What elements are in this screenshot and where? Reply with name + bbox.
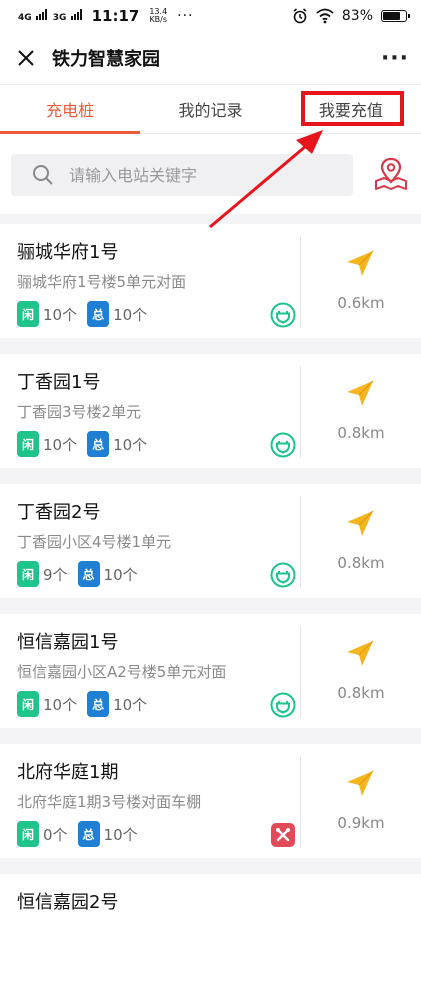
total-badge: 总 xyxy=(77,561,100,587)
idle-badge: 闲 xyxy=(17,561,39,587)
station-name: 丁香园2号 xyxy=(17,502,101,523)
station-distance: 0.9km xyxy=(337,814,385,832)
card-divider xyxy=(300,366,301,458)
more-menu-button[interactable]: ··· xyxy=(369,32,421,84)
station-name: 丁香园1号 xyxy=(17,372,101,393)
station-card[interactable]: 骊城华府1号骊城华府1号楼5单元对面 闲 10个 总 10个 0.6km xyxy=(0,224,421,338)
card-divider xyxy=(300,236,301,328)
idle-count: 10个 xyxy=(43,695,78,714)
close-icon xyxy=(18,50,34,66)
map-location-icon[interactable] xyxy=(372,157,410,191)
idle-count: 10个 xyxy=(43,435,78,454)
close-button[interactable] xyxy=(0,32,52,84)
status-bar: 4G 3G 11:17 13.4 KB/s ··· 83% xyxy=(0,0,421,32)
station-name: 北府华庭1期 xyxy=(17,762,119,783)
idle-badge: 闲 xyxy=(17,691,39,717)
card-divider xyxy=(300,496,301,588)
idle-badge: 闲 xyxy=(17,431,39,457)
card-divider xyxy=(300,756,301,848)
idle-count: 0个 xyxy=(43,825,68,844)
total-badge: 总 xyxy=(87,431,110,457)
navigate-icon[interactable] xyxy=(345,508,375,538)
search-input[interactable] xyxy=(67,164,331,186)
tab-my-records[interactable]: 我的记录 xyxy=(140,85,280,133)
station-counts: 闲 10个 总 10个 xyxy=(17,431,157,457)
search-icon xyxy=(33,165,53,185)
plug-icon xyxy=(270,432,296,458)
station-counts: 闲 0个 总 10个 xyxy=(17,821,148,847)
total-count: 10个 xyxy=(113,435,148,454)
station-counts: 闲 10个 总 10个 xyxy=(17,691,157,717)
navigate-icon[interactable] xyxy=(345,768,375,798)
station-distance: 0.8km xyxy=(337,684,385,702)
battery-icon xyxy=(381,10,410,22)
idle-count: 10个 xyxy=(43,305,78,324)
idle-badge: 闲 xyxy=(17,301,39,327)
station-card[interactable]: 丁香园1号丁香园3号楼2单元 闲 10个 总 10个 0.8km xyxy=(0,354,421,468)
navigate-icon[interactable] xyxy=(345,638,375,668)
station-address: 丁香园小区4号楼1单元 xyxy=(17,533,172,551)
plug-icon xyxy=(270,692,296,718)
wifi-icon xyxy=(316,8,334,24)
station-counts: 闲 9个 总 10个 xyxy=(17,561,148,587)
total-count: 10个 xyxy=(113,695,148,714)
network-speed: 13.4 KB/s xyxy=(149,8,167,24)
card-divider xyxy=(300,626,301,718)
signal-4g-indicator: 4G xyxy=(18,9,47,23)
clock: 11:17 xyxy=(91,7,140,25)
station-card[interactable]: 北府华庭1期北府华庭1期3号楼对面车棚 闲 0个 总 10个 0.9km xyxy=(0,744,421,858)
plug-icon xyxy=(270,302,296,328)
navigate-icon[interactable] xyxy=(345,248,375,278)
tab-charging-piles[interactable]: 充电桩 xyxy=(0,85,141,134)
total-count: 10个 xyxy=(103,825,138,844)
search-box[interactable] xyxy=(11,154,353,196)
station-name: 骊城华府1号 xyxy=(17,242,119,263)
station-card[interactable]: 恒信嘉园2号 xyxy=(0,874,421,988)
search-row xyxy=(0,134,421,214)
total-badge: 总 xyxy=(87,301,110,327)
station-card[interactable]: 丁香园2号丁香园小区4号楼1单元 闲 9个 总 10个 0.8km xyxy=(0,484,421,598)
station-card[interactable]: 恒信嘉园1号恒信嘉园小区A2号楼5单元对面 闲 10个 总 10个 0.8km xyxy=(0,614,421,728)
signal-3g-indicator: 3G xyxy=(53,9,82,23)
station-distance: 0.6km xyxy=(337,294,385,312)
speed-unit: KB/s xyxy=(149,15,168,24)
total-count: 10个 xyxy=(113,305,148,324)
idle-count: 9个 xyxy=(43,565,68,584)
total-badge: 总 xyxy=(87,691,110,717)
station-address: 恒信嘉园小区A2号楼5单元对面 xyxy=(17,663,227,681)
station-address: 丁香园3号楼2单元 xyxy=(17,403,142,421)
tab-bar: 充电桩 我的记录 我要充值 xyxy=(0,84,421,134)
station-distance: 0.8km xyxy=(337,424,385,442)
alarm-icon xyxy=(293,8,307,24)
station-counts: 闲 10个 总 10个 xyxy=(17,301,157,327)
page-title: 铁力智慧家园 xyxy=(52,49,160,70)
total-count: 10个 xyxy=(103,565,138,584)
battery-level xyxy=(383,12,401,20)
plug-icon xyxy=(270,562,296,588)
station-address: 骊城华府1号楼5单元对面 xyxy=(17,273,187,291)
total-badge: 总 xyxy=(77,821,100,847)
notification-more-indicator: ··· xyxy=(177,8,194,24)
battery-percent: 83% xyxy=(341,8,373,24)
idle-badge: 闲 xyxy=(17,821,39,847)
station-name: 恒信嘉园1号 xyxy=(17,632,119,653)
station-address: 北府华庭1期3号楼对面车棚 xyxy=(17,793,202,811)
navigate-icon[interactable] xyxy=(345,378,375,408)
title-bar: 铁力智慧家园 ··· xyxy=(0,32,421,84)
station-name: 恒信嘉园2号 xyxy=(17,892,119,913)
tab-recharge[interactable]: 我要充值 xyxy=(281,85,421,133)
maintenance-icon xyxy=(270,822,296,848)
station-distance: 0.8km xyxy=(337,554,385,572)
